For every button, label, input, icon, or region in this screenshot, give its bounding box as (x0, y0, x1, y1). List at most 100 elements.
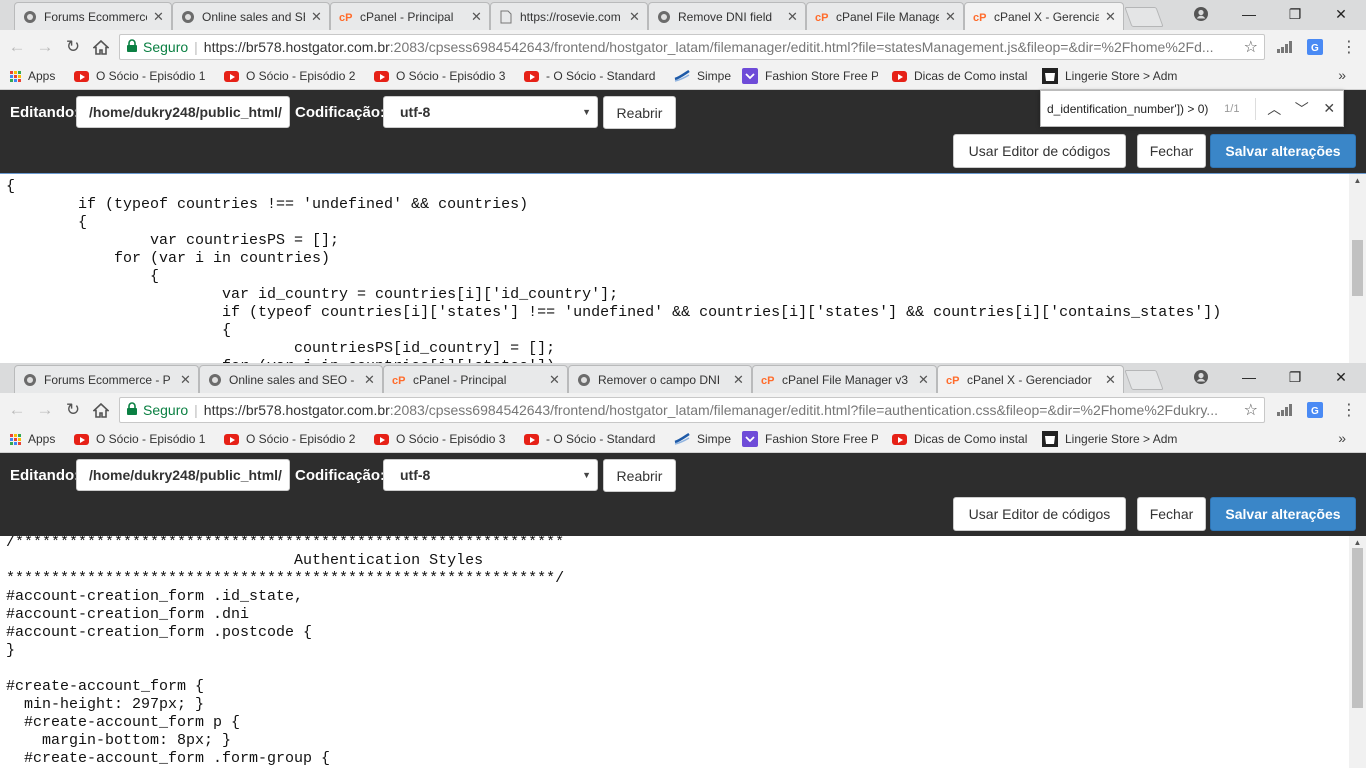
tab[interactable]: Online sales and SEO - ✕ (172, 2, 330, 30)
chevron-up-icon[interactable]: ︿ (1260, 99, 1288, 119)
bookmark-item[interactable]: Simpe (674, 68, 731, 84)
bookmark-item[interactable]: O Sócio - Episódio 2 (224, 68, 356, 84)
code-editor-button[interactable]: Usar Editor de códigos (953, 134, 1126, 168)
bookmark-item[interactable]: O Sócio - Episódio 3 (374, 431, 506, 447)
chevron-right-icon[interactable]: » (1338, 430, 1346, 446)
home-icon[interactable] (90, 399, 112, 421)
forward-icon[interactable]: → (34, 36, 56, 58)
translate-icon[interactable]: G (1306, 402, 1324, 418)
menu-icon[interactable]: ⋮ (1340, 402, 1358, 419)
bookmark-item[interactable]: - O Sócio - Standard (524, 68, 656, 84)
close-icon[interactable]: ✕ (1105, 9, 1116, 25)
bookmark-star-icon[interactable]: ☆ (1244, 400, 1258, 420)
tab[interactable]: cP cPanel - Principal ✕ (330, 2, 490, 30)
close-button[interactable]: Fechar (1137, 497, 1206, 531)
chevron-up-icon[interactable]: ▲ (1349, 176, 1366, 185)
profile-icon[interactable] (1178, 363, 1224, 391)
file-path-input[interactable]: /home/dukry248/public_html/ (76, 459, 290, 491)
code-text[interactable]: /***************************************… (0, 536, 1366, 768)
bookmark-item[interactable]: O Sócio - Episódio 2 (224, 431, 356, 447)
reload-icon[interactable]: ↻ (62, 36, 84, 58)
bookmark-apps[interactable]: Apps (10, 68, 55, 84)
minimize-icon[interactable]: — (1226, 0, 1272, 28)
signal-extension-icon[interactable] (1276, 39, 1294, 55)
tab[interactable]: cP cPanel File Manager v3 ✕ (752, 365, 937, 393)
tab-active[interactable]: cP cPanel X - Gerenciador ✕ (937, 365, 1124, 393)
chevron-up-icon[interactable]: ▲ (1349, 538, 1366, 547)
reload-icon[interactable]: ↻ (62, 399, 84, 421)
bookmark-item[interactable]: - O Sócio - Standard (524, 431, 656, 447)
close-icon[interactable]: ✕ (918, 372, 929, 388)
close-icon[interactable]: ✕ (1105, 372, 1116, 388)
code-text[interactable]: { if (typeof countries !== 'undefined' &… (0, 174, 1366, 363)
address-bar[interactable]: Seguro | https://br578.hostgator.com.br … (119, 397, 1265, 423)
close-icon[interactable]: ✕ (945, 9, 956, 25)
close-icon[interactable]: ✕ (549, 372, 560, 388)
close-icon[interactable]: ✕ (364, 372, 375, 388)
code-editor-button[interactable]: Usar Editor de códigos (953, 497, 1126, 531)
close-icon[interactable]: ✕ (471, 9, 482, 25)
tab[interactable]: Forums Ecommerce - P ✕ (14, 2, 172, 30)
bookmark-item[interactable]: Fashion Store Free Pr (742, 431, 878, 447)
bookmark-item[interactable]: Lingerie Store > Adm (1042, 431, 1178, 447)
save-button[interactable]: Salvar alterações (1210, 497, 1356, 531)
new-tab-button[interactable] (1124, 7, 1164, 27)
bookmark-item[interactable]: Lingerie Store > Adm (1042, 68, 1178, 84)
tab[interactable]: Remove DNI field ✕ (648, 2, 806, 30)
scrollbar-thumb[interactable] (1352, 548, 1363, 708)
tab[interactable]: https://rosevie.com ✕ (490, 2, 648, 30)
close-window-icon[interactable]: ✕ (1318, 0, 1364, 28)
close-icon[interactable]: ✕ (1315, 100, 1343, 117)
tab[interactable]: Forums Ecommerce - P ✕ (14, 365, 199, 393)
home-icon[interactable] (90, 36, 112, 58)
back-icon[interactable]: ← (6, 399, 28, 421)
bookmark-item[interactable]: Dicas de Como instal (892, 431, 1028, 447)
forward-icon[interactable]: → (34, 399, 56, 421)
close-icon[interactable]: ✕ (180, 372, 191, 388)
bookmark-item[interactable]: Dicas de Como instal (892, 68, 1028, 84)
bookmark-apps[interactable]: Apps (10, 431, 55, 447)
chevron-right-icon[interactable]: » (1338, 67, 1346, 83)
back-icon[interactable]: ← (6, 36, 28, 58)
new-tab-button[interactable] (1124, 370, 1164, 390)
code-editor[interactable]: { if (typeof countries !== 'undefined' &… (0, 173, 1366, 363)
profile-icon[interactable] (1178, 0, 1224, 28)
translate-icon[interactable]: G (1306, 39, 1324, 55)
scrollbar-thumb[interactable] (1352, 240, 1363, 296)
close-icon[interactable]: ✕ (733, 372, 744, 388)
close-icon[interactable]: ✕ (629, 9, 640, 25)
restore-icon[interactable]: ❐ (1272, 363, 1318, 391)
bookmark-item[interactable]: O Sócio - Episódio 3 (374, 68, 506, 84)
signal-extension-icon[interactable] (1276, 402, 1294, 418)
code-editor[interactable]: /***************************************… (0, 536, 1366, 768)
close-window-icon[interactable]: ✕ (1318, 363, 1364, 391)
bookmark-item[interactable]: Fashion Store Free Pr (742, 68, 878, 84)
bookmark-item[interactable]: O Sócio - Episódio 1 (74, 431, 206, 447)
menu-icon[interactable]: ⋮ (1340, 39, 1358, 56)
bookmark-star-icon[interactable]: ☆ (1244, 37, 1258, 57)
vertical-scrollbar[interactable]: ▲ (1349, 174, 1366, 363)
tab-active[interactable]: cP cPanel X - Gerenciador ✕ (964, 2, 1124, 30)
vertical-scrollbar[interactable]: ▲ (1349, 536, 1366, 768)
close-icon[interactable]: ✕ (153, 9, 164, 25)
tab[interactable]: cP cPanel File Manager v3 ✕ (806, 2, 964, 30)
tab[interactable]: cP cPanel - Principal ✕ (383, 365, 568, 393)
restore-icon[interactable]: ❐ (1272, 0, 1318, 28)
reopen-button[interactable]: Reabrir (603, 459, 676, 492)
bookmark-item[interactable]: Simpe (674, 431, 731, 447)
encoding-select[interactable]: utf-8 ▼ (383, 459, 598, 491)
file-path-input[interactable]: /home/dukry248/public_html/ (76, 96, 290, 128)
encoding-select[interactable]: utf-8 ▼ (383, 96, 598, 128)
close-button[interactable]: Fechar (1137, 134, 1206, 168)
bookmark-item[interactable]: O Sócio - Episódio 1 (74, 68, 206, 84)
reopen-button[interactable]: Reabrir (603, 96, 676, 129)
save-button[interactable]: Salvar alterações (1210, 134, 1356, 168)
address-bar[interactable]: Seguro | https://br578.hostgator.com.br … (119, 34, 1265, 60)
minimize-icon[interactable]: — (1226, 363, 1272, 391)
find-input[interactable]: d_identification_number']) > 0) (1047, 102, 1212, 116)
close-icon[interactable]: ✕ (787, 9, 798, 25)
close-icon[interactable]: ✕ (311, 9, 322, 25)
tab[interactable]: Online sales and SEO - ✕ (199, 365, 383, 393)
chevron-down-icon[interactable]: ﹀ (1288, 99, 1316, 119)
tab[interactable]: Remover o campo DNI ✕ (568, 365, 752, 393)
